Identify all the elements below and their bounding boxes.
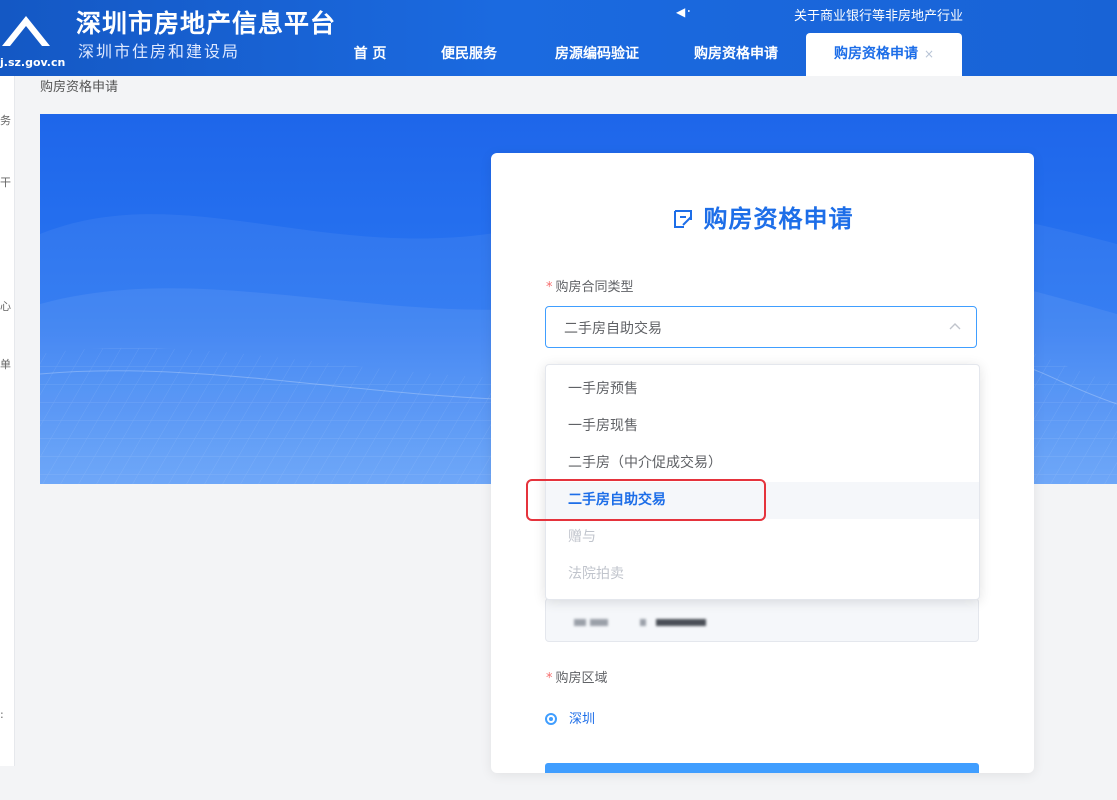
blurred-text: [640, 619, 646, 626]
contract-type-select[interactable]: 二手房自助交易: [545, 306, 977, 348]
nav-tab-2[interactable]: 房源编码验证: [528, 33, 666, 76]
blurred-text: [590, 619, 608, 626]
dropdown-option[interactable]: 一手房预售: [546, 371, 979, 408]
sidebar-item-1[interactable]: 干: [0, 174, 11, 190]
contract-type-value: 二手房自助交易: [564, 321, 662, 337]
blurred-text: [656, 619, 706, 626]
speaker-icon: ◀᛫: [676, 5, 693, 19]
card-title: 购房资格申请: [491, 199, 1034, 236]
region-radio-shenzhen[interactable]: 深圳: [545, 708, 595, 727]
sidebar-item-2[interactable]: 心: [0, 298, 11, 314]
chevron-up-icon[interactable]: [948, 320, 962, 334]
left-sidebar: 务干心单:: [0, 76, 15, 766]
submit-button[interactable]: [545, 763, 979, 773]
main-nav: 首 页便民服务 房源编码验证 购房资格申请 购房资格申请 ×: [330, 33, 962, 76]
blurred-text: [574, 619, 586, 626]
card-title-text: 购房资格申请: [703, 205, 854, 233]
nav-tab-3[interactable]: 购房资格申请: [666, 33, 806, 76]
dropdown-option[interactable]: 一手房现售: [546, 408, 979, 445]
nav-tab-1[interactable]: 便民服务: [410, 33, 528, 76]
notice-marquee[interactable]: 关于商业银行等非房地产行业: [794, 5, 984, 25]
nav-tab-0[interactable]: 首 页: [330, 33, 410, 76]
sidebar-item-3[interactable]: 单: [0, 356, 11, 372]
dropdown-option: 法院拍卖: [568, 566, 624, 582]
dropdown-option: 赠与: [568, 529, 596, 545]
dropdown-option[interactable]: 二手房（中介促成交易）: [546, 445, 979, 482]
blurred-input[interactable]: [545, 598, 979, 642]
annotation-highlight-box: [526, 479, 766, 521]
radio-checked-icon[interactable]: [545, 713, 557, 725]
close-icon[interactable]: ×: [924, 47, 934, 61]
sidebar-item-4[interactable]: :: [0, 708, 4, 721]
contract-type-label: * 购房合同类型: [546, 280, 634, 295]
site-domain: j.sz.gov.cn: [0, 56, 66, 69]
site-title[interactable]: 深圳市房地产信息平台: [76, 4, 336, 40]
required-mark: *: [546, 280, 553, 295]
nav-tab-4[interactable]: 购房资格申请 ×: [806, 33, 962, 76]
site-subtitle: 深圳市住房和建设局: [78, 42, 241, 61]
sidebar-item-0[interactable]: 务: [0, 112, 11, 128]
top-header: j.sz.gov.cn 深圳市房地产信息平台 深圳市住房和建设局 ◀᛫ 关于商业…: [0, 0, 1117, 76]
logo-icon: [2, 16, 50, 46]
region-label: * 购房区域: [546, 671, 608, 686]
edit-icon: [672, 208, 694, 236]
breadcrumb: 购房资格申请: [40, 80, 119, 95]
